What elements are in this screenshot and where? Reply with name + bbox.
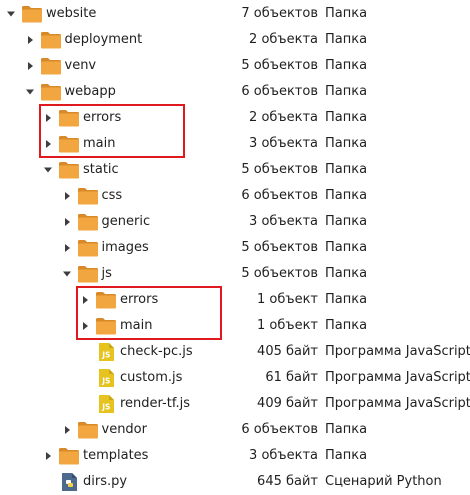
file-tree: website 7 объектов Папка deployment 2 объект…	[0, 0, 470, 491]
file-type: Программа JavaScript	[325, 370, 470, 385]
tree-row[interactable]: css 6 объектов Папка	[0, 183, 470, 209]
file-size: 3 объекта	[249, 136, 318, 151]
file-type: Папка	[325, 318, 368, 333]
file-size: 409 байт	[257, 396, 318, 411]
file-size: 2 объекта	[249, 32, 318, 47]
file-type: Папка	[325, 84, 368, 99]
tree-row[interactable]: static 5 объектов Папка	[0, 157, 470, 183]
tree-row[interactable]: errors 1 объект Папка	[0, 287, 470, 313]
file-type: Папка	[325, 448, 368, 463]
tree-row[interactable]: main 3 объекта Папка	[0, 131, 470, 157]
file-type: Сценарий Python	[325, 474, 442, 489]
file-size: 7 объектов	[241, 6, 318, 21]
file-size: 2 объекта	[249, 110, 318, 125]
tree-row[interactable]: JS custom.js 61 байт Программа JavaScript	[0, 365, 470, 391]
file-type: Папка	[325, 292, 368, 307]
tree-row[interactable]: templates 3 объекта Папка	[0, 443, 470, 469]
file-type: Папка	[325, 214, 368, 229]
tree-row[interactable]: images 5 объектов Папка	[0, 235, 470, 261]
file-size: 5 объектов	[241, 58, 318, 73]
file-size: 1 объект	[257, 318, 318, 333]
file-size: 645 байт	[257, 474, 318, 489]
file-size: 3 объекта	[249, 214, 318, 229]
file-size: 6 объектов	[241, 188, 318, 203]
tree-row[interactable]: vendor 6 объектов Папка	[0, 417, 470, 443]
file-size: 6 объектов	[241, 84, 318, 99]
tree-row[interactable]: JS check-pc.js 405 байт Программа JavaScrip…	[0, 339, 470, 365]
file-type: Папка	[325, 136, 368, 151]
tree-row[interactable]: webapp 6 объектов Папка	[0, 79, 470, 105]
file-type: Папка	[325, 162, 368, 177]
file-size: 5 объектов	[241, 162, 318, 177]
file-type: Папка	[325, 32, 368, 47]
tree-row[interactable]: dirs.py 645 байт Сценарий Python	[0, 469, 470, 495]
file-type: Папка	[325, 6, 368, 21]
file-type: Программа JavaScript	[325, 396, 470, 411]
file-size: 5 объектов	[241, 266, 318, 281]
tree-row[interactable]: generic 3 объекта Папка	[0, 209, 470, 235]
tree-row[interactable]: deployment 2 объекта Папка	[0, 27, 470, 53]
file-size: 6 объектов	[241, 422, 318, 437]
tree-row[interactable]: website 7 объектов Папка	[0, 1, 470, 27]
tree-row[interactable]: errors 2 объекта Папка	[0, 105, 470, 131]
file-type: Папка	[325, 266, 368, 281]
file-type: Папка	[325, 422, 368, 437]
file-type: Папка	[325, 110, 368, 125]
file-size: 5 объектов	[241, 240, 318, 255]
tree-row[interactable]: JS render-tf.js 409 байт Программа JavaScri…	[0, 391, 470, 417]
file-type: Папка	[325, 240, 368, 255]
tree-row[interactable]: js 5 объектов Папка	[0, 261, 470, 287]
file-size: 405 байт	[257, 344, 318, 359]
file-type: Папка	[325, 188, 368, 203]
tree-row[interactable]: venv 5 объектов Папка	[0, 53, 470, 79]
file-type: Папка	[325, 58, 368, 73]
file-size: 61 байт	[265, 370, 318, 385]
file-type: Программа JavaScript	[325, 344, 470, 359]
file-size: 3 объекта	[249, 448, 318, 463]
tree-row[interactable]: main 1 объект Папка	[0, 313, 470, 339]
file-size: 1 объект	[257, 292, 318, 307]
